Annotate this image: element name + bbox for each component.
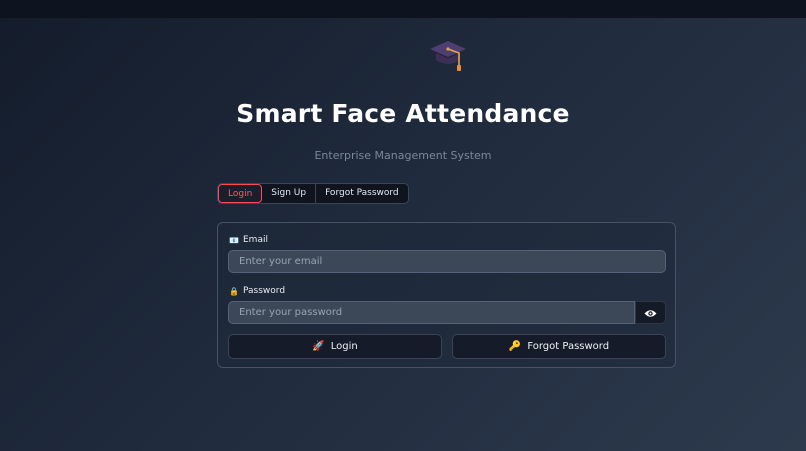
forgot-password-button[interactable]: 🔑 Forgot Password [452,334,666,359]
show-password-button[interactable] [635,301,666,324]
login-form-card: 📧 Email 🔒 Password 🚀 Login 🔑 Forgot Pass… [217,222,676,368]
password-label: Password [243,286,286,296]
rocket-icon: 🚀 [312,341,325,352]
email-label-row: 📧 Email [229,235,268,245]
email-field[interactable] [228,250,666,273]
password-field[interactable] [228,301,635,324]
key-icon: 🔑 [508,341,522,352]
tab-forgot-password[interactable]: Forgot Password [316,184,408,203]
email-label: Email [243,235,268,245]
page-title: Smart Face Attendance [236,99,570,128]
login-button[interactable]: 🚀 Login [228,334,442,359]
eye-icon [644,303,657,322]
lock-icon: 🔒 [229,286,239,296]
page-subtitle: Enterprise Management System [314,149,492,162]
tab-sign-up[interactable]: Sign Up [262,184,317,203]
graduation-cap-icon [428,36,468,74]
auth-tabs: Login Sign Up Forgot Password [217,183,409,204]
top-bar [0,0,806,18]
password-label-row: 🔒 Password [229,286,285,296]
tab-login[interactable]: Login [218,184,263,203]
forgot-password-button-label: Forgot Password [527,341,610,352]
login-button-label: Login [330,341,358,352]
envelope-icon: 📧 [229,235,239,245]
